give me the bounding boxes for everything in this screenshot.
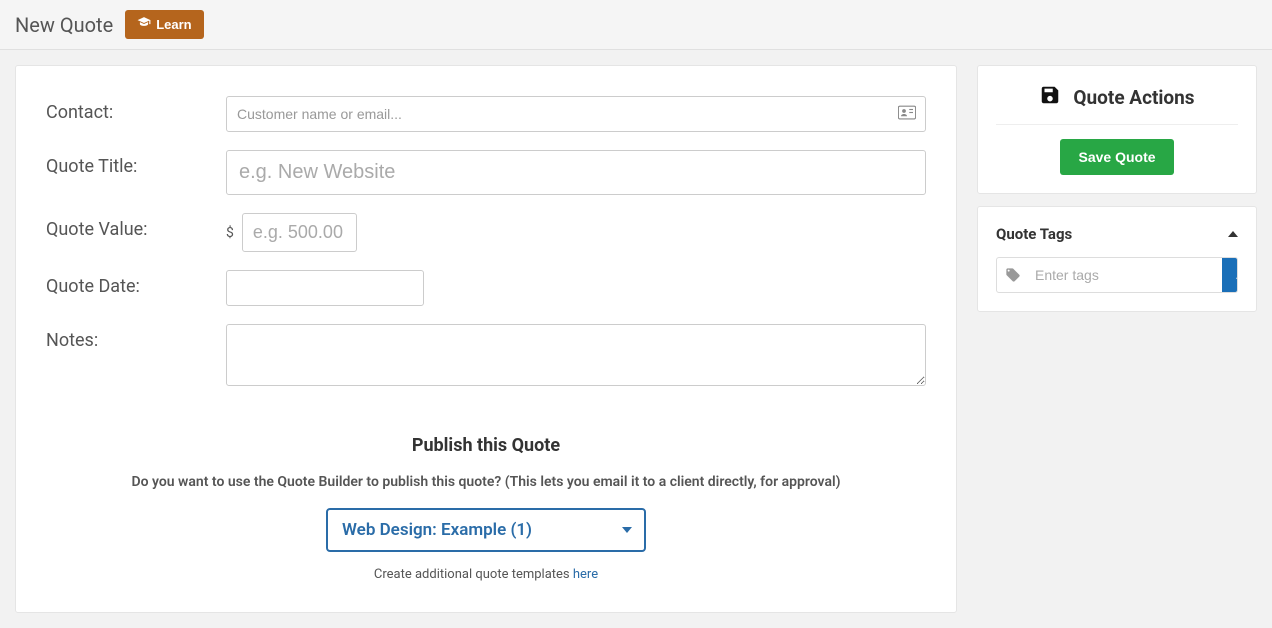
- save-icon: [1039, 84, 1061, 110]
- notes-label: Notes:: [46, 324, 226, 390]
- quote-actions-heading: Quote Actions: [1073, 86, 1194, 109]
- add-tag-button[interactable]: Add: [1222, 258, 1238, 292]
- tags-icon: [997, 258, 1029, 292]
- topbar: New Quote Learn: [0, 0, 1272, 50]
- notes-textarea[interactable]: [226, 324, 926, 386]
- contact-input[interactable]: [226, 96, 926, 132]
- date-label: Quote Date:: [46, 270, 226, 306]
- publish-description: Do you want to use the Quote Builder to …: [46, 474, 926, 490]
- learn-button-label: Learn: [156, 17, 191, 32]
- publish-heading: Publish this Quote: [46, 435, 926, 456]
- page-title: New Quote: [15, 13, 113, 37]
- templates-here-link[interactable]: here: [573, 567, 598, 582]
- quote-form-card: Contact: Quote Title: Quote Value: $: [15, 65, 957, 613]
- template-select-value: Web Design: Example (1): [342, 520, 532, 540]
- learn-button[interactable]: Learn: [125, 10, 203, 39]
- caret-up-icon[interactable]: [1228, 231, 1238, 237]
- contact-card-icon[interactable]: [898, 105, 916, 124]
- contact-label: Contact:: [46, 96, 226, 132]
- publish-section: Publish this Quote Do you want to use th…: [46, 435, 926, 582]
- tags-input[interactable]: [1029, 258, 1222, 292]
- quote-tags-card: Quote Tags Add: [977, 206, 1257, 312]
- quote-date-input[interactable]: [226, 270, 424, 306]
- graduation-cap-icon: [137, 16, 151, 33]
- quote-actions-card: Quote Actions Save Quote: [977, 65, 1257, 194]
- value-label: Quote Value:: [46, 213, 226, 252]
- template-select[interactable]: Web Design: Example (1): [326, 508, 646, 552]
- currency-symbol: $: [226, 225, 234, 241]
- quote-tags-heading: Quote Tags: [996, 225, 1072, 243]
- quote-title-input[interactable]: [226, 150, 926, 195]
- template-note: Create additional quote templates here: [46, 567, 926, 582]
- save-quote-button[interactable]: Save Quote: [1060, 139, 1173, 175]
- quote-value-input[interactable]: [242, 213, 357, 252]
- title-label: Quote Title:: [46, 150, 226, 195]
